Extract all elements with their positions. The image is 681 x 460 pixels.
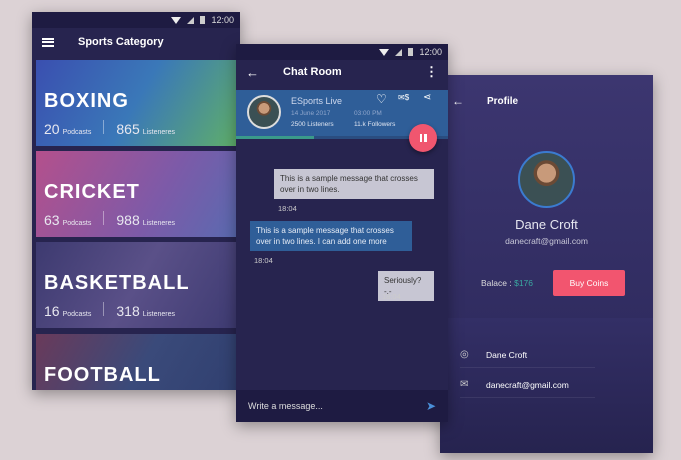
category-name: CRICKET bbox=[44, 181, 140, 203]
live-date: 14 June 2017 bbox=[291, 110, 331, 117]
podcast-count: 16 bbox=[44, 303, 60, 319]
signal-icon bbox=[187, 16, 195, 24]
message-placeholder: Write a message... bbox=[248, 401, 323, 411]
sports-category-screen: 12:00 Sports Category BOXING 20 Podcasts 8… bbox=[32, 12, 240, 390]
donate-icon[interactable]: ✉$ bbox=[398, 93, 409, 102]
signal-icon bbox=[395, 48, 403, 56]
listener-count: 318 bbox=[116, 303, 140, 319]
live-listeners: 2500 Listeners bbox=[291, 121, 334, 128]
message-bubble-sent: This is a sample message that crosses ov… bbox=[274, 169, 434, 199]
send-icon[interactable]: ➤ bbox=[426, 399, 436, 413]
podcasts-label: Podcasts bbox=[62, 129, 92, 136]
balance-value: $176 bbox=[514, 278, 534, 288]
live-time: 03:00 PM bbox=[354, 110, 382, 117]
message-input[interactable]: Write a message... ➤ bbox=[236, 390, 448, 422]
category-name: BASKETBALL bbox=[44, 272, 190, 294]
status-time: 12:00 bbox=[419, 47, 442, 57]
status-bar: 12:00 bbox=[236, 44, 448, 60]
podcast-count: 63 bbox=[44, 212, 60, 228]
back-arrow-icon[interactable]: ← bbox=[246, 65, 259, 80]
category-card-cricket[interactable]: CRICKET 63 Podcasts 988 Listeneres bbox=[36, 151, 236, 237]
battery-icon bbox=[408, 48, 414, 56]
user-icon: ◎ bbox=[460, 349, 469, 360]
page-title: Chat Room bbox=[283, 66, 342, 78]
category-card-football[interactable]: FOOTBALL bbox=[36, 334, 236, 390]
podcasts-label: Podcasts bbox=[62, 311, 92, 318]
podcast-count: 20 bbox=[44, 121, 60, 137]
wifi-icon bbox=[171, 16, 182, 24]
menu-icon[interactable] bbox=[42, 37, 54, 47]
host-avatar bbox=[247, 95, 281, 129]
status-bar: 12:00 bbox=[32, 12, 240, 28]
pause-button[interactable] bbox=[409, 124, 437, 152]
heart-icon[interactable]: ♡ bbox=[376, 92, 387, 106]
message-time: 18:04 bbox=[278, 204, 297, 213]
profile-screen: ← Profile Dane Croft danecraft@gmail.com… bbox=[440, 75, 653, 453]
listeners-label: Listeneres bbox=[142, 220, 176, 227]
profile-details: ◎ Dane Croft ✉ danecraft@gmail.com bbox=[440, 318, 653, 453]
category-card-basketball[interactable]: BASKETBALL 16 Podcasts 318 Listeneres bbox=[36, 242, 236, 328]
message-time: 18:04 bbox=[382, 292, 401, 301]
battery-icon bbox=[200, 16, 206, 24]
balance-label: Balace : bbox=[481, 278, 512, 288]
profile-avatar bbox=[518, 151, 575, 208]
chat-room-screen: 12:00 ← Chat Room ⋮ ESports Live 14 June 2… bbox=[236, 44, 448, 422]
profile-email: danecraft@gmail.com bbox=[505, 236, 588, 246]
listeners-label: Listeneres bbox=[142, 311, 176, 318]
mail-icon: ✉ bbox=[460, 379, 469, 390]
profile-name: Dane Croft bbox=[515, 217, 578, 232]
message-time: 18:04 bbox=[254, 256, 273, 265]
category-name: FOOTBALL bbox=[44, 364, 161, 386]
live-followers: 11.k Followers bbox=[354, 121, 396, 128]
listener-count: 865 bbox=[116, 121, 140, 137]
page-title: Profile bbox=[487, 96, 519, 107]
share-icon[interactable]: ⋖ bbox=[423, 92, 431, 103]
listener-count: 988 bbox=[116, 212, 140, 228]
message-bubble-received: This is a sample message that crosses ov… bbox=[250, 221, 412, 251]
category-card-boxing[interactable]: BOXING 20 Podcasts 865 Listeneres bbox=[36, 60, 236, 146]
page-title: Sports Category bbox=[78, 36, 164, 48]
more-options-icon[interactable]: ⋮ bbox=[425, 64, 438, 80]
back-arrow-icon[interactable]: ← bbox=[452, 94, 464, 108]
category-name: BOXING bbox=[44, 90, 129, 112]
podcasts-label: Podcasts bbox=[62, 220, 92, 227]
detail-email: danecraft@gmail.com bbox=[486, 379, 569, 390]
live-title: ESports Live bbox=[291, 96, 343, 106]
listeners-label: Listeneres bbox=[142, 129, 176, 136]
status-time: 12:00 bbox=[211, 15, 234, 25]
detail-name: Dane Croft bbox=[486, 349, 528, 360]
buy-coins-button[interactable]: Buy Coins bbox=[553, 270, 625, 296]
wifi-icon bbox=[379, 48, 390, 56]
